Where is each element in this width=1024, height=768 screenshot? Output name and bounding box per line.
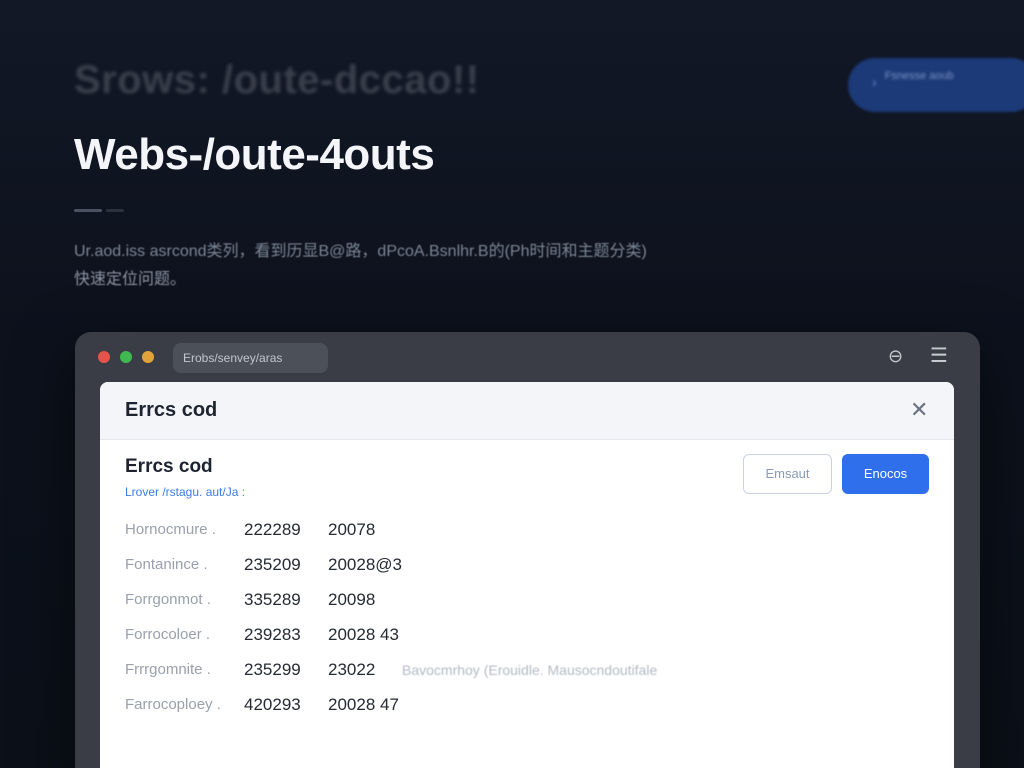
hero-cta-label: Fsnesse aoub (884, 70, 954, 82)
list-item: Frrrgomnite . 235299 23022 Bavocmrhoy (E… (125, 652, 657, 687)
hero-cta-button[interactable]: › Fsnesse aoub (848, 58, 1024, 112)
dialog-header: Errcs cod ✕ (100, 382, 954, 440)
minimize-window-dot[interactable] (142, 351, 154, 363)
primary-button[interactable]: Enocos (842, 454, 929, 494)
error-code-dialog: Errcs cod ✕ Errcs cod Lrover /rstagu. au… (100, 382, 954, 768)
section-path[interactable]: Lrover /rstagu. aut/Ja : (125, 485, 245, 499)
row-name: Forrocoloer . (125, 626, 211, 643)
row-code: 235209 (244, 554, 301, 574)
row-code: 239283 (244, 624, 301, 644)
list-item: Hornocmure . 222289 20078 (125, 512, 657, 547)
page-description: Ur.aod.iss asrcond类列，看到历显B@路，dPcoA.Bsnlh… (74, 238, 734, 294)
row-name: Fontanince . (125, 556, 208, 573)
row-value: 20098 (328, 589, 376, 609)
row-value: 23022 (328, 659, 376, 679)
description-line-2: 快速定位问题。 (74, 271, 187, 288)
row-value: 20028 47 (328, 694, 399, 714)
description-line-1: Ur.aod.iss asrcond类列，看到历显B@路，dPcoA.Bsnlh… (74, 243, 647, 260)
list-item: Forrgonmot . 335289 20098 (125, 582, 657, 617)
row-code: 222289 (244, 519, 301, 539)
error-code-list: Hornocmure . 222289 20078 Fontanince . 2… (125, 512, 657, 722)
title-divider (74, 209, 124, 212)
row-note: Bavocmrhoy (Erouidle. Mausocndoutifale (402, 661, 658, 678)
row-name: Forrgonmot . (125, 591, 211, 608)
tabs-icon[interactable]: ⊖ (888, 346, 903, 367)
window-titlebar: Erobs/senvey/aras ⊖ ☰ (75, 332, 980, 384)
row-code: 420293 (244, 694, 301, 714)
row-name: Hornocmure . (125, 521, 216, 538)
row-value: 20028 43 (328, 624, 399, 644)
chevron-right-icon: › (872, 74, 877, 90)
list-item: Fontanince . 235209 20028@3 (125, 547, 657, 582)
row-code: 235299 (244, 659, 301, 679)
list-item: Forrocoloer . 239283 20028 43 (125, 617, 657, 652)
dialog-title: Errcs cod (125, 399, 218, 421)
maximize-window-dot[interactable] (120, 351, 132, 363)
page-title: Webs-/oute-4outs (74, 130, 435, 179)
row-code: 335289 (244, 589, 301, 609)
url-bar[interactable]: Erobs/senvey/aras (173, 343, 328, 373)
row-name: Frrrgomnite . (125, 661, 211, 678)
close-icon[interactable]: ✕ (910, 397, 928, 423)
section-title: Errcs cod (125, 456, 213, 477)
browser-window: Erobs/senvey/aras ⊖ ☰ Errcs cod ✕ Errcs … (75, 332, 980, 768)
close-window-dot[interactable] (98, 351, 110, 363)
secondary-button[interactable]: Emsaut (743, 454, 832, 494)
row-name: Farrocoploey . (125, 696, 221, 713)
hero-eyebrow: Srows: /oute-dccao!! (74, 58, 480, 102)
row-value: 20078 (328, 519, 376, 539)
list-item: Farrocoploey . 420293 20028 47 (125, 687, 657, 722)
menu-icon[interactable]: ☰ (930, 343, 948, 368)
row-value: 20028@3 (328, 554, 402, 574)
